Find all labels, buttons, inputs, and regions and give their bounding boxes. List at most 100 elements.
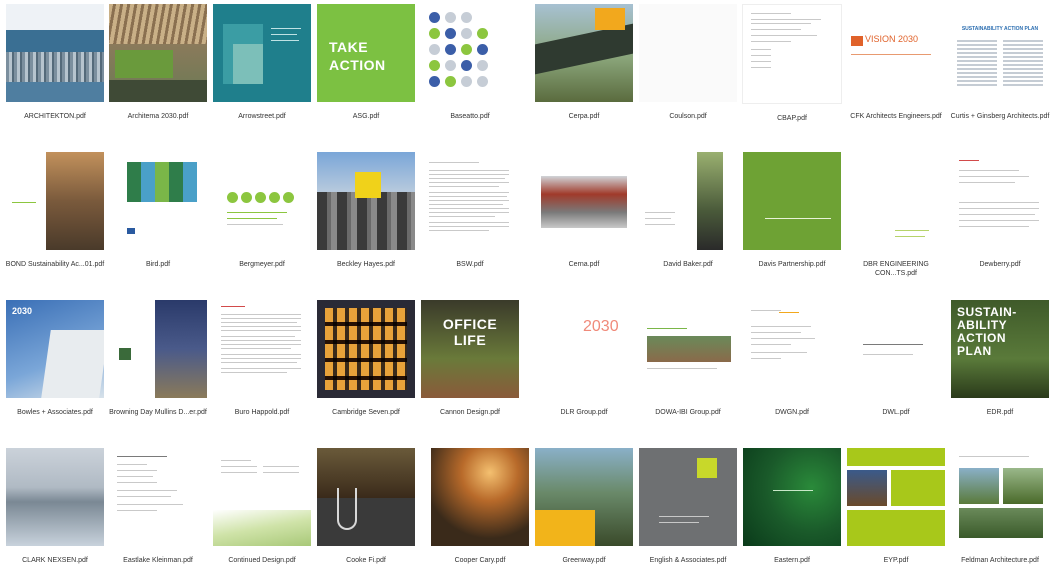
file-thumbnail[interactable]: VISION 2030 xyxy=(847,4,945,102)
file-thumbnail[interactable] xyxy=(535,4,633,102)
file-name: Cerpa.pdf xyxy=(568,113,600,120)
file-tile[interactable]: SUSTAIN- ABILITY ACTION PLAN EDR.pdf xyxy=(949,300,1051,417)
file-thumbnail[interactable] xyxy=(421,4,519,102)
file-name: Eastlake Kleinman.pdf xyxy=(123,557,193,564)
file-thumbnail[interactable] xyxy=(742,4,842,104)
file-name: Arrowstreet.pdf xyxy=(238,113,286,120)
file-thumbnail[interactable]: 2030 xyxy=(6,300,104,398)
file-tile[interactable]: EYP.pdf xyxy=(845,448,947,565)
file-tile[interactable]: Bergmeyer.pdf xyxy=(211,152,313,269)
file-tile[interactable]: Architema 2030.pdf xyxy=(107,4,209,121)
file-name: Feldman Architecture.pdf xyxy=(961,557,1039,564)
file-tile[interactable]: David Baker.pdf xyxy=(637,152,739,269)
file-thumbnail[interactable] xyxy=(6,448,104,546)
file-thumbnail[interactable] xyxy=(743,448,841,546)
thumb-title: 2030 xyxy=(12,306,33,316)
file-thumbnail[interactable]: OFFICE LIFE xyxy=(421,300,519,398)
file-name: DBR ENGINEERING CON...TS.pdf xyxy=(863,261,929,277)
file-thumbnail[interactable]: SUSTAIN- ABILITY ACTION PLAN xyxy=(951,300,1049,398)
file-thumbnail[interactable] xyxy=(639,448,737,546)
file-thumbnail[interactable] xyxy=(639,152,737,250)
file-tile[interactable]: ARCHITEKTON.pdf xyxy=(4,4,106,121)
file-thumbnail[interactable] xyxy=(213,4,311,102)
file-thumbnail[interactable] xyxy=(317,300,415,398)
file-thumbnail[interactable] xyxy=(317,152,415,250)
file-thumbnail[interactable] xyxy=(213,300,311,398)
file-thumbnail[interactable] xyxy=(951,152,1049,250)
file-grid: ARCHITEKTON.pdf Architema 2030.pdf Arrow… xyxy=(0,0,1054,573)
file-tile[interactable]: Cerna.pdf xyxy=(533,152,635,269)
file-name: EDR.pdf xyxy=(986,409,1014,416)
file-tile[interactable]: Cerpa.pdf xyxy=(533,4,635,121)
file-thumbnail[interactable] xyxy=(109,4,207,102)
file-thumbnail[interactable] xyxy=(6,152,104,250)
file-tile[interactable]: CBAP.pdf xyxy=(741,4,843,123)
file-tile[interactable]: DWL.pdf xyxy=(845,300,947,417)
file-tile[interactable]: 2030 Bowles + Associates.pdf xyxy=(4,300,106,417)
file-tile[interactable]: Buro Happold.pdf xyxy=(211,300,313,417)
file-thumbnail[interactable] xyxy=(535,152,633,250)
file-name: Curtis + Ginsberg Architects.pdf xyxy=(950,113,1050,120)
file-tile[interactable]: Coulson.pdf xyxy=(637,4,739,121)
file-tile[interactable]: DOWA-IBI Group.pdf xyxy=(637,300,739,417)
file-tile[interactable]: Browning Day Mullins D...er.pdf xyxy=(107,300,209,417)
file-tile[interactable]: Eastern.pdf xyxy=(741,448,843,565)
file-thumbnail[interactable] xyxy=(213,152,311,250)
file-tile[interactable]: Feldman Architecture.pdf xyxy=(949,448,1051,565)
file-thumbnail[interactable] xyxy=(431,448,529,546)
file-tile[interactable]: Continued Design.pdf xyxy=(211,448,313,565)
file-name: Bowles + Associates.pdf xyxy=(17,409,93,416)
file-thumbnail[interactable] xyxy=(317,448,415,546)
file-tile[interactable]: TAKE ACTION ASG.pdf xyxy=(315,4,417,121)
file-thumbnail[interactable] xyxy=(109,152,207,250)
thumb-title: OFFICE LIFE xyxy=(442,316,498,348)
file-tile[interactable]: Cambridge Seven.pdf xyxy=(315,300,417,417)
file-tile[interactable]: 2030 DLR Group.pdf xyxy=(533,300,635,417)
file-tile[interactable]: Greenway.pdf xyxy=(533,448,635,565)
file-tile[interactable]: OFFICE LIFE Cannon Design.pdf xyxy=(419,300,521,417)
file-thumbnail[interactable] xyxy=(847,152,945,250)
file-thumbnail[interactable] xyxy=(847,300,945,398)
file-thumbnail[interactable] xyxy=(639,4,737,102)
file-thumbnail[interactable] xyxy=(639,300,737,398)
file-thumbnail[interactable] xyxy=(109,300,207,398)
file-thumbnail[interactable] xyxy=(847,448,945,546)
file-thumbnail[interactable]: 2030 xyxy=(535,300,633,398)
file-name: DWL.pdf xyxy=(882,409,910,416)
file-thumbnail[interactable] xyxy=(535,448,633,546)
file-name: Browning Day Mullins D...er.pdf xyxy=(109,409,207,416)
file-tile[interactable]: Eastlake Kleinman.pdf xyxy=(107,448,209,565)
file-thumbnail[interactable] xyxy=(421,152,519,250)
file-thumbnail[interactable]: TAKE ACTION xyxy=(317,4,415,102)
file-tile[interactable]: DWGN.pdf xyxy=(741,300,843,417)
file-name: Greenway.pdf xyxy=(562,557,606,564)
file-tile[interactable]: SUSTAINABILITY ACTION PLAN Curtis + Gins… xyxy=(949,4,1051,121)
file-tile[interactable]: Cooper Cary.pdf xyxy=(429,448,531,565)
file-tile[interactable]: BOND Sustainability Ac...01.pdf xyxy=(4,152,106,269)
file-thumbnail[interactable] xyxy=(213,448,311,546)
file-name: David Baker.pdf xyxy=(663,261,713,268)
file-tile[interactable]: Dewberry.pdf xyxy=(949,152,1051,269)
file-tile[interactable]: Cooke Fi.pdf xyxy=(315,448,417,565)
file-tile[interactable]: Baseatto.pdf xyxy=(419,4,521,121)
file-name: Bergmeyer.pdf xyxy=(239,261,285,268)
file-tile[interactable]: Arrowstreet.pdf xyxy=(211,4,313,121)
file-tile[interactable]: English & Associates.pdf xyxy=(637,448,739,565)
file-thumbnail[interactable] xyxy=(743,152,841,250)
file-name: ARCHITEKTON.pdf xyxy=(24,113,86,120)
thumb-title: VISION 2030 xyxy=(865,34,919,44)
file-thumbnail[interactable] xyxy=(6,4,104,102)
file-tile[interactable]: CLARK NEXSEN.pdf xyxy=(4,448,106,565)
file-tile[interactable]: Bird.pdf xyxy=(107,152,209,269)
file-name: Eastern.pdf xyxy=(774,557,810,564)
file-tile[interactable]: BSW.pdf xyxy=(419,152,521,269)
file-name: CFK Architects Engineers.pdf xyxy=(850,113,942,120)
file-tile[interactable]: Beckley Hayes.pdf xyxy=(315,152,417,269)
file-thumbnail[interactable]: SUSTAINABILITY ACTION PLAN xyxy=(951,4,1049,102)
file-thumbnail[interactable] xyxy=(951,448,1049,546)
file-tile[interactable]: DBR ENGINEERING CON...TS.pdf xyxy=(845,152,947,278)
file-thumbnail[interactable] xyxy=(109,448,207,546)
file-tile[interactable]: Davis Partnership.pdf xyxy=(741,152,843,269)
file-tile[interactable]: VISION 2030 CFK Architects Engineers.pdf xyxy=(845,4,947,121)
file-thumbnail[interactable] xyxy=(743,300,841,398)
